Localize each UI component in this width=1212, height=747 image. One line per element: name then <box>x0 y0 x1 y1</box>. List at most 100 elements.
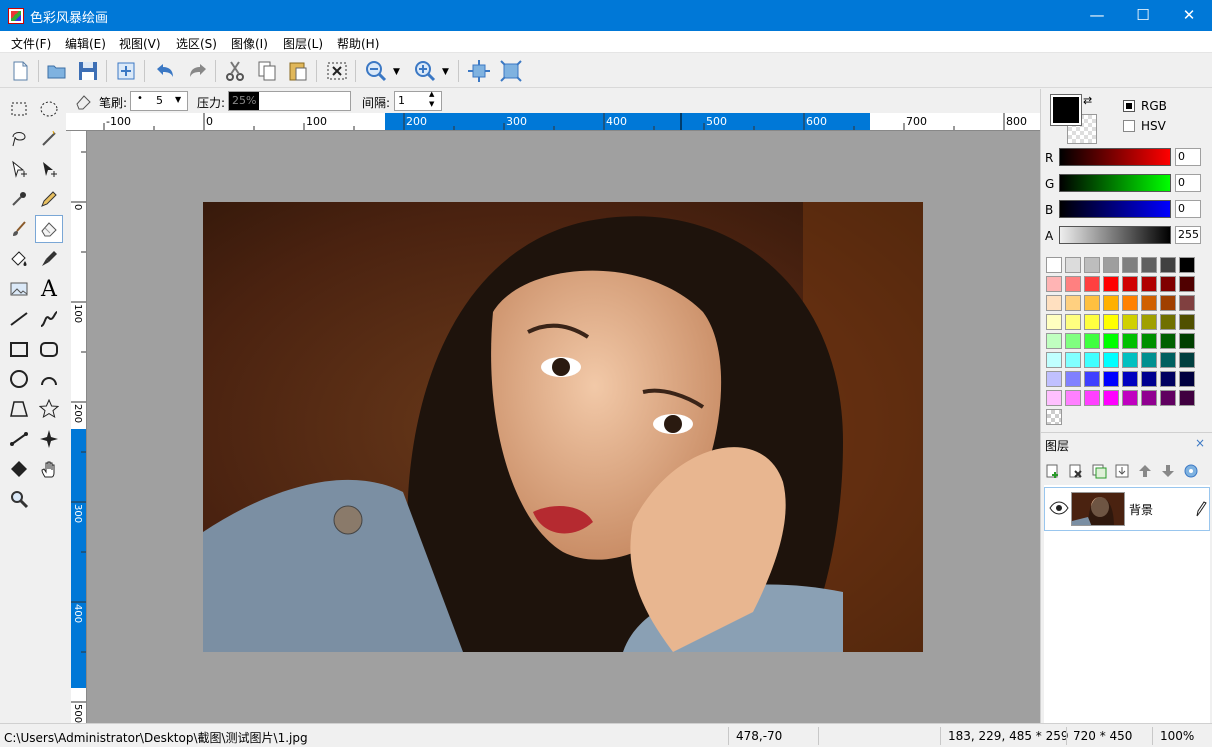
palette-swatch[interactable] <box>1122 371 1138 387</box>
menu-view[interactable]: 视图(V) <box>119 35 161 52</box>
duplicate-layer-icon[interactable] <box>1091 463 1107 482</box>
palette-swatch[interactable] <box>1122 276 1138 292</box>
magnifier-icon[interactable] <box>5 485 33 513</box>
edit-layer-icon[interactable] <box>1193 500 1207 521</box>
canvas-image[interactable] <box>203 202 923 652</box>
swap-colors-icon[interactable]: ⇄ <box>1083 94 1092 107</box>
palette-swatch[interactable] <box>1141 371 1157 387</box>
eyedropper-icon[interactable] <box>5 185 33 213</box>
palette-swatch[interactable] <box>1046 390 1062 406</box>
palette-swatch[interactable] <box>1160 390 1176 406</box>
move-selection-icon[interactable] <box>5 155 33 183</box>
move-layer-down-icon[interactable] <box>1160 463 1176 482</box>
layer-item[interactable]: 背景 <box>1044 487 1210 531</box>
redo-icon[interactable] <box>186 59 210 83</box>
palette-swatch[interactable] <box>1141 295 1157 311</box>
palette-swatch[interactable] <box>1141 333 1157 349</box>
palette-swatch[interactable] <box>1160 371 1176 387</box>
move-layer-up-icon[interactable] <box>1137 463 1153 482</box>
curve-icon[interactable] <box>35 305 63 333</box>
palette-swatch[interactable] <box>1065 371 1081 387</box>
palette-swatch[interactable] <box>1065 390 1081 406</box>
fill-bucket-icon[interactable] <box>5 245 33 273</box>
palette-swatch[interactable] <box>1065 333 1081 349</box>
star-icon[interactable] <box>35 395 63 423</box>
cut-icon[interactable] <box>223 59 247 83</box>
layer-properties-icon[interactable] <box>1183 463 1199 482</box>
rounded-rect-icon[interactable] <box>35 335 63 363</box>
polygon-icon[interactable] <box>5 395 33 423</box>
palette-swatch[interactable] <box>1122 390 1138 406</box>
undo-icon[interactable] <box>153 59 177 83</box>
open-folder-icon[interactable] <box>45 59 69 83</box>
fit-window-icon[interactable] <box>467 59 491 83</box>
menu-help[interactable]: 帮助(H) <box>337 35 379 52</box>
palette-swatch[interactable] <box>1084 390 1100 406</box>
lasso-icon[interactable] <box>5 125 33 153</box>
palette-swatch[interactable] <box>1179 257 1195 273</box>
hsv-radio[interactable] <box>1123 120 1135 132</box>
ellipse-icon[interactable] <box>5 365 33 393</box>
palette-swatch[interactable] <box>1065 295 1081 311</box>
palette-swatch[interactable] <box>1122 295 1138 311</box>
deselect-icon[interactable] <box>325 59 349 83</box>
copy-icon[interactable] <box>255 59 279 83</box>
text-icon[interactable]: A <box>35 275 63 303</box>
ellipse-select-icon[interactable] <box>35 95 63 123</box>
palette-swatch[interactable] <box>1084 352 1100 368</box>
palette-swatch[interactable] <box>1046 333 1062 349</box>
palette-swatch[interactable] <box>1103 314 1119 330</box>
image-icon[interactable] <box>5 275 33 303</box>
maximize-button[interactable]: ☐ <box>1120 0 1166 31</box>
palette-swatch[interactable] <box>1179 371 1195 387</box>
palette-swatch[interactable] <box>1141 257 1157 273</box>
palette-swatch[interactable] <box>1122 333 1138 349</box>
palette-swatch[interactable] <box>1179 314 1195 330</box>
actual-size-icon[interactable] <box>499 59 523 83</box>
b-slider[interactable] <box>1059 200 1171 218</box>
menu-edit[interactable]: 编辑(E) <box>65 35 106 52</box>
palette-swatch[interactable] <box>1160 295 1176 311</box>
palette-swatch[interactable] <box>1084 295 1100 311</box>
close-button[interactable]: ✕ <box>1166 0 1212 31</box>
menu-image[interactable]: 图像(I) <box>231 35 268 52</box>
a-input[interactable]: 255 <box>1175 226 1201 244</box>
line-icon[interactable] <box>5 305 33 333</box>
palette-swatch[interactable] <box>1046 276 1062 292</box>
palette-swatch[interactable] <box>1084 333 1100 349</box>
palette-swatch[interactable] <box>1046 314 1062 330</box>
minimize-button[interactable]: — <box>1074 0 1120 31</box>
brush-icon[interactable] <box>5 215 33 243</box>
palette-swatch[interactable] <box>1122 257 1138 273</box>
interval-stepper[interactable]: 1 ▲ ▼ <box>394 90 442 111</box>
hand-icon[interactable] <box>35 455 63 483</box>
palette-swatch[interactable] <box>1160 352 1176 368</box>
g-slider[interactable] <box>1059 174 1171 192</box>
zoom-out-icon[interactable] <box>364 59 388 83</box>
palette-swatch[interactable] <box>1065 257 1081 273</box>
palette-swatch[interactable] <box>1084 371 1100 387</box>
palette-swatch[interactable] <box>1046 295 1062 311</box>
palette-swatch[interactable] <box>1084 276 1100 292</box>
chevron-down-icon[interactable]: ▼ <box>442 67 449 77</box>
eye-icon[interactable] <box>1049 501 1069 518</box>
paste-icon[interactable] <box>286 59 310 83</box>
palette-swatch[interactable] <box>1179 352 1195 368</box>
palette-swatch[interactable] <box>1103 352 1119 368</box>
palette-swatch[interactable] <box>1141 352 1157 368</box>
foreground-color-swatch[interactable] <box>1050 94 1082 126</box>
diamond-icon[interactable] <box>5 455 33 483</box>
palette-swatch[interactable] <box>1179 276 1195 292</box>
save-icon[interactable] <box>76 59 100 83</box>
palette-swatch[interactable] <box>1103 333 1119 349</box>
palette-swatch[interactable] <box>1160 333 1176 349</box>
palette-swatch[interactable] <box>1103 295 1119 311</box>
zoom-in-icon[interactable] <box>413 59 437 83</box>
palette-swatch[interactable] <box>1103 257 1119 273</box>
transparent-swatch[interactable] <box>1046 409 1062 425</box>
palette-swatch[interactable] <box>1103 390 1119 406</box>
clone-stamp-icon[interactable] <box>35 245 63 273</box>
magic-wand-icon[interactable] <box>35 125 63 153</box>
palette-swatch[interactable] <box>1103 371 1119 387</box>
palette-swatch[interactable] <box>1160 276 1176 292</box>
